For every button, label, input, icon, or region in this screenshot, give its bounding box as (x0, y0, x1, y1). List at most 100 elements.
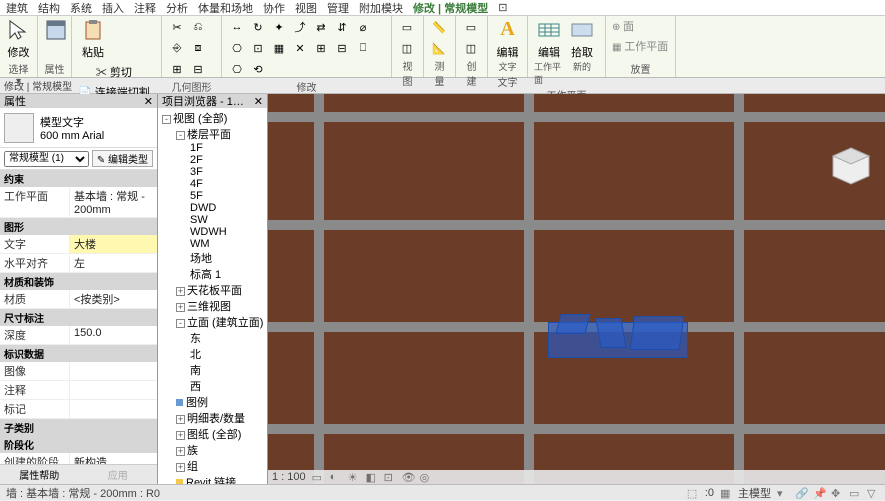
view-tool-1[interactable]: ◫ (398, 39, 416, 57)
properties-button[interactable] (44, 18, 68, 44)
modify-tool-13[interactable]: ⎕ (354, 39, 372, 57)
tree-plan-item[interactable]: 3F (188, 166, 265, 178)
geom-tool-5[interactable]: ⊟ (189, 60, 207, 78)
selected-model-text[interactable] (548, 314, 688, 362)
tree-floorplans[interactable]: -楼层平面 (174, 126, 265, 142)
modify-tool-2[interactable]: ✦ (270, 18, 288, 36)
menu-annotate[interactable]: 注释 (134, 0, 156, 16)
modify-tool-1[interactable]: ↻ (249, 18, 267, 36)
tree-plan-item[interactable]: WDWH (188, 226, 265, 238)
browser-title-bar[interactable]: 项目浏览器 - 1号楼 定稿.00✕ (158, 94, 267, 108)
prop-row[interactable]: 水平对齐左 (0, 254, 157, 273)
sun-path-icon[interactable]: ☀ (348, 471, 360, 483)
modify-tool-4[interactable]: ⇄ (312, 18, 330, 36)
prop-section[interactable]: 材质和装饰 (0, 273, 157, 290)
geom-tool-0[interactable]: ✂ (168, 18, 186, 36)
modify-tool-14[interactable]: ⎔ (228, 60, 246, 78)
viewport-3d[interactable]: 1 : 100 ▭ ◐ ☀ ◧ ⊡ 👁 ◎ (268, 94, 885, 484)
tree-child[interactable]: 北 (188, 346, 265, 362)
tree-plan-item[interactable]: 5F (188, 190, 265, 202)
modify-tool-3[interactable]: ⤴ (291, 18, 309, 36)
measure-tool-1[interactable]: 📐 (430, 39, 448, 57)
crop-icon[interactable]: ⊡ (384, 471, 396, 483)
modify-tool-12[interactable]: ⊟ (333, 39, 351, 57)
view-scale[interactable]: 1 : 100 (272, 471, 306, 483)
prop-value[interactable]: 左 (70, 254, 157, 272)
status-model-icon[interactable]: ▦ (720, 487, 732, 499)
create-tool-0[interactable]: ▭ (462, 18, 480, 36)
tree-plan-item[interactable]: 场地 (188, 250, 265, 266)
tree-node[interactable]: +族 (174, 442, 265, 458)
modify-tool-15[interactable]: ⟲ (249, 60, 267, 78)
type-selector-header[interactable]: 模型文字600 mm Arial (0, 108, 157, 148)
modify-tool-11[interactable]: ⊞ (312, 39, 330, 57)
tree-node[interactable]: -立面 (建筑立面) (174, 314, 265, 330)
tree-plan-item[interactable]: 标高 1 (188, 266, 265, 282)
prop-row[interactable]: 工作平面基本墙 : 常规 - 200mm (0, 187, 157, 218)
prop-row[interactable]: 注释 (0, 381, 157, 400)
edit-type-button[interactable]: ✎ 编辑类型 (92, 150, 153, 167)
create-tool-1[interactable]: ◫ (462, 39, 480, 57)
menu-expand-icon[interactable]: ⊡ (498, 1, 507, 14)
prop-section[interactable]: 图形 (0, 218, 157, 235)
pin-icon[interactable]: 📌 (813, 487, 825, 499)
geom-tool-3[interactable]: ⧈ (189, 39, 207, 57)
modify-tool-6[interactable]: ⌀ (354, 18, 372, 36)
prop-value[interactable]: 新构造 (70, 453, 157, 464)
properties-help-button[interactable]: 属性帮助 (0, 465, 79, 484)
prop-value[interactable] (70, 362, 157, 380)
modify-tool-9[interactable]: ▦ (270, 39, 288, 57)
drag-icon[interactable]: ✥ (831, 487, 843, 499)
filter-icon[interactable]: ▾ (777, 487, 789, 499)
tree-node[interactable]: 图例 (174, 394, 265, 410)
menu-collab[interactable]: 协作 (263, 0, 285, 16)
menu-massing[interactable]: 体量和场地 (198, 0, 253, 16)
modify-tool-10[interactable]: ✕ (291, 39, 309, 57)
prop-section[interactable]: 阶段化 (0, 436, 157, 453)
geom-tool-4[interactable]: ⊞ (168, 60, 186, 78)
place-face-button[interactable]: ⊕ 面 (612, 18, 634, 34)
tree-node[interactable]: +明细表/数量 (174, 410, 265, 426)
modify-button[interactable]: 修改 (6, 18, 31, 60)
status-model-label[interactable]: 主模型 (738, 485, 771, 501)
properties-grid[interactable]: 约束工作平面基本墙 : 常规 - 200mm图形文字大楼水平对齐左材质和装饰材质… (0, 170, 157, 464)
close-icon[interactable]: ✕ (254, 95, 263, 108)
prop-section[interactable]: 约束 (0, 170, 157, 187)
properties-title-bar[interactable]: 属性✕ (0, 94, 157, 108)
measure-tool-0[interactable]: 📏 (430, 18, 448, 36)
tree-child[interactable]: 南 (188, 362, 265, 378)
instance-selector[interactable]: 常规模型 (1) (4, 151, 89, 167)
prop-value[interactable]: <按类别> (70, 290, 157, 308)
pick-new-button[interactable]: 拾取新的 (567, 18, 597, 73)
modify-tool-5[interactable]: ⇵ (333, 18, 351, 36)
tree-node[interactable]: +天花板平面 (174, 282, 265, 298)
hide-isolate-icon[interactable]: 👁 (402, 471, 414, 483)
tree-child[interactable]: 西 (188, 378, 265, 394)
tree-plan-item[interactable]: WM (188, 238, 265, 250)
menu-view[interactable]: 视图 (295, 0, 317, 16)
edit-workplane-button[interactable]: 编辑工作平面 (534, 18, 564, 86)
prop-section[interactable]: 子类别 (0, 419, 157, 436)
menu-modify[interactable]: 修改 | 常规模型 (413, 0, 488, 16)
geom-tool-1[interactable]: ⎌ (189, 18, 207, 36)
view-cube[interactable] (829, 144, 873, 188)
prop-row[interactable]: 标记 (0, 400, 157, 419)
tree-plan-item[interactable]: 4F (188, 178, 265, 190)
tree-node[interactable]: +图纸 (全部) (174, 426, 265, 442)
prop-row[interactable]: 深度150.0 (0, 326, 157, 345)
reveal-icon[interactable]: ◎ (420, 471, 432, 483)
modify-tool-0[interactable]: ↔ (228, 18, 246, 36)
geom-tool-2[interactable]: ⎆ (168, 39, 186, 57)
view-tool-0[interactable]: ▭ (398, 18, 416, 36)
project-tree[interactable]: -视图 (全部)-楼层平面1F2F3F4F5FDWDSWWDWHWM场地标高 1… (158, 108, 267, 484)
menu-addins[interactable]: 附加模块 (359, 0, 403, 16)
tree-node[interactable]: +三维视图 (174, 298, 265, 314)
prop-value[interactable]: 150.0 (70, 326, 157, 344)
prop-row[interactable]: 文字大楼 (0, 235, 157, 254)
tree-root[interactable]: -视图 (全部) (160, 110, 265, 126)
prop-row[interactable]: 材质<按类别> (0, 290, 157, 309)
edit-text-button[interactable]: A编辑文字 (494, 18, 521, 73)
prop-row[interactable]: 图像 (0, 362, 157, 381)
modify-tool-8[interactable]: ⊡ (249, 39, 267, 57)
prop-value[interactable]: 基本墙 : 常规 - 200mm (70, 187, 157, 217)
